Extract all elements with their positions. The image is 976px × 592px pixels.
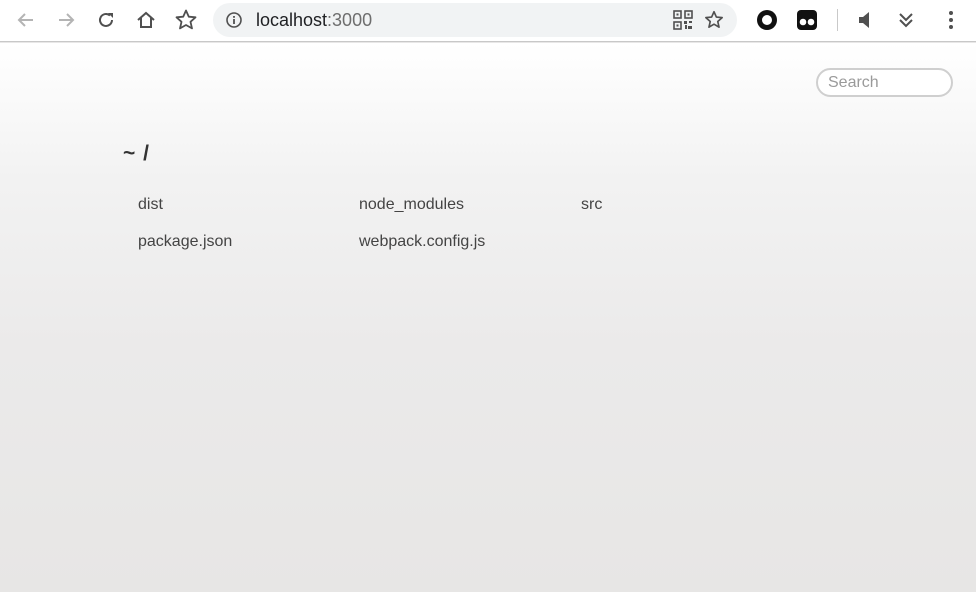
forward-arrow-icon[interactable] [53, 7, 79, 33]
file-link-src[interactable]: src [581, 195, 602, 215]
page-content: ~ / dist node_modules src package.json w… [0, 43, 976, 592]
qr-code-icon[interactable] [673, 10, 693, 30]
bookmark-page-star-icon[interactable] [703, 9, 725, 31]
home-icon[interactable] [133, 7, 159, 33]
file-link-package-json[interactable]: package.json [138, 232, 232, 252]
browser-toolbar: localhost:3000 [0, 0, 976, 42]
url-host: localhost [256, 10, 328, 30]
file-link-webpack-config[interactable]: webpack.config.js [359, 232, 485, 252]
file-link-node-modules[interactable]: node_modules [359, 195, 464, 215]
toolbar-divider [837, 9, 838, 31]
bookmark-star-icon[interactable] [173, 7, 199, 33]
menu-kebab-icon[interactable] [938, 7, 964, 33]
extension-tampermonkey-icon[interactable] [794, 7, 820, 33]
extension-circle-icon[interactable] [754, 7, 780, 33]
address-bar[interactable]: localhost:3000 [213, 3, 737, 37]
back-arrow-icon[interactable] [13, 7, 39, 33]
reload-icon[interactable] [93, 7, 119, 33]
search-input[interactable] [816, 68, 953, 97]
file-link-dist[interactable]: dist [138, 195, 163, 215]
expand-chevrons-icon[interactable] [893, 7, 919, 33]
mute-speaker-icon[interactable] [853, 7, 879, 33]
directory-path-title: ~ / [123, 142, 150, 165]
site-info-icon[interactable] [225, 11, 243, 29]
url-port: :3000 [327, 10, 373, 30]
url-text[interactable]: localhost:3000 [256, 9, 372, 31]
